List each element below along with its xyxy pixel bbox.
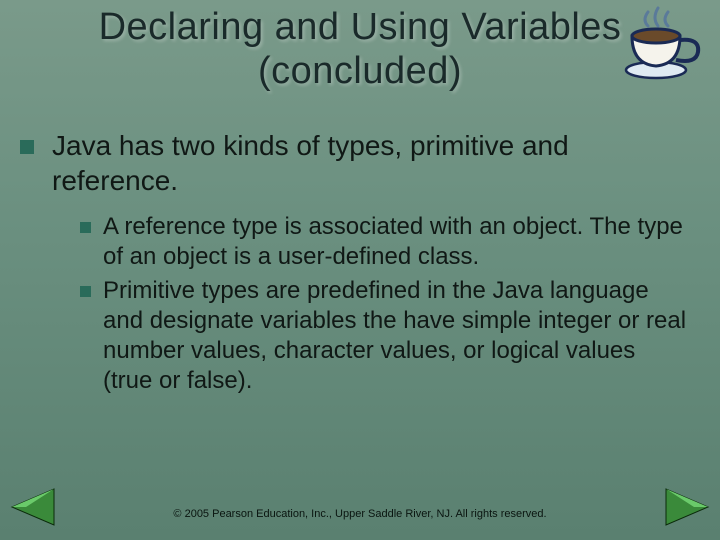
coffee-cup-icon (618, 4, 708, 89)
sub-point-text: Primitive types are predefined in the Ja… (103, 276, 690, 396)
sub-point-text: A reference type is associated with an o… (103, 212, 690, 272)
bullet-level-1: Java has two kinds of types, primitive a… (20, 128, 690, 198)
bullet-level-2: Primitive types are predefined in the Ja… (80, 276, 690, 396)
prev-slide-button[interactable] (6, 485, 58, 534)
next-slide-button[interactable] (662, 485, 714, 534)
slide-body: Java has two kinds of types, primitive a… (20, 128, 690, 400)
slide-title: Declaring and Using Variables (concluded… (0, 0, 720, 93)
bullet-square-icon (80, 286, 91, 297)
slide: Declaring and Using Variables (concluded… (0, 0, 720, 540)
bullet-square-icon (80, 222, 91, 233)
bullet-level-2: A reference type is associated with an o… (80, 212, 690, 272)
copyright-footer: © 2005 Pearson Education, Inc., Upper Sa… (0, 508, 720, 520)
main-point-text: Java has two kinds of types, primitive a… (52, 128, 690, 198)
title-line-1: Declaring and Using Variables (99, 6, 622, 48)
bullet-square-icon (20, 140, 34, 154)
title-line-2: (concluded) (258, 50, 462, 92)
